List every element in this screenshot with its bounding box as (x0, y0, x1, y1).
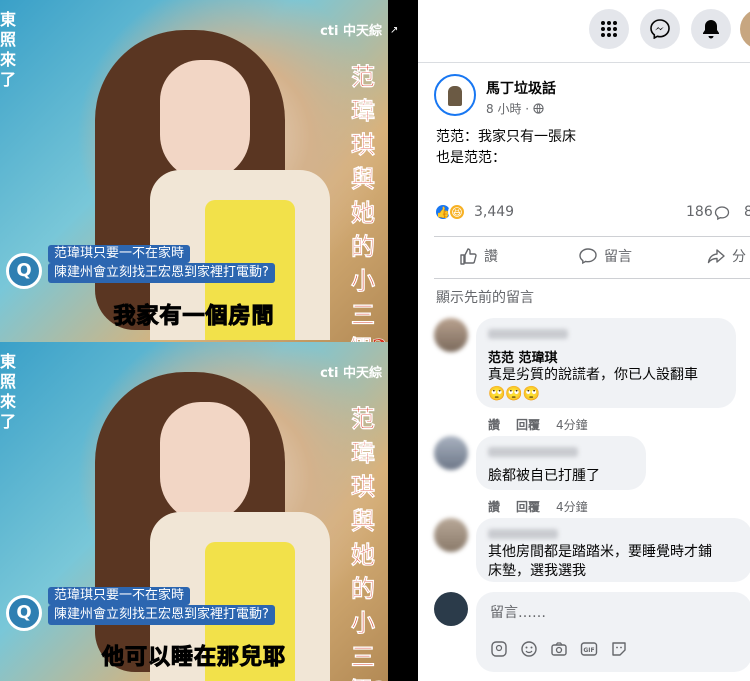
comment-bubble: 臉都被自已打腫了 (476, 436, 646, 490)
comment-item: 臉都被自已打腫了 讚 回覆 4分鐘 (434, 436, 750, 516)
facebook-post-panel: 馬丁垃圾話 8 小時 · 范范：我家只有一張床 也是范范： 👍 😆 3,449 … (418, 0, 750, 681)
avatar-sticker-icon[interactable] (490, 640, 508, 658)
like-button[interactable]: 讚 (458, 246, 498, 266)
post-text: 范范：我家只有一張床 也是范范： (436, 127, 576, 169)
top-bar (418, 0, 750, 62)
divider (434, 278, 750, 279)
left-tag: 東照來了 (0, 10, 17, 89)
grid-icon (601, 21, 617, 37)
meme-frame-top: cti 中天綜 范瑋琪與她的小三們?! 東照來了 范瑋琪只要一不在家時 陳建州會… (0, 0, 388, 342)
comment-like-link[interactable]: 讚 (488, 498, 500, 515)
comment-time[interactable]: 4分鐘 (556, 416, 588, 433)
notifications-button[interactable] (691, 9, 731, 49)
banner-line1: 范瑋琪只要一不在家時 (48, 587, 191, 605)
composer-tools: GIF (490, 640, 628, 658)
comment-item: 其他房間都是踏踏米，要睡覺時才鋪 床墊，選我選我 (434, 518, 750, 584)
comment-bubble-icon (714, 206, 730, 221)
action-bar: 讚 留言 分 (434, 240, 750, 274)
profile-avatar-button[interactable] (740, 9, 750, 49)
comment-icon (579, 248, 597, 265)
commenter-name-blurred[interactable] (488, 447, 578, 457)
comment-count[interactable]: 186 (686, 204, 713, 220)
banner-line1: 范瑋琪只要一不在家時 (48, 245, 191, 263)
comment-button[interactable]: 留言 (578, 246, 632, 266)
globe-icon (533, 103, 544, 114)
post-text-line2: 也是范范： (436, 150, 506, 166)
q-badge-icon: Q (6, 595, 42, 631)
reaction-count[interactable]: 3,449 (474, 204, 514, 220)
messenger-button[interactable] (640, 9, 680, 49)
expand-arrow-icon[interactable]: ↗ (390, 25, 398, 36)
comment-reply-link[interactable]: 回覆 (516, 498, 540, 515)
comment-tag[interactable]: 范范 范瑋琪 (488, 347, 724, 366)
comment-like-link[interactable]: 讚 (488, 416, 500, 433)
comment-text-line1: 其他房間都是踏踏米，要睡覺時才鋪 (488, 544, 712, 560)
post-time[interactable]: 8 小時 (486, 102, 521, 116)
comment-input[interactable]: 留言…… GIF (476, 592, 750, 672)
share-icon (707, 249, 725, 264)
channel-logo: cti 中天綜 (320, 366, 382, 381)
left-tag: 東照來了 (0, 352, 17, 431)
page-avatar[interactable] (434, 74, 476, 116)
commenter-avatar[interactable] (434, 518, 468, 552)
share-label: 分 (732, 249, 746, 265)
commenter-name-blurred[interactable] (488, 329, 568, 339)
haha-reaction-icon: 😆 (448, 203, 466, 221)
question-banner: 范瑋琪只要一不在家時 陳建州會立刻找王宏恩到家裡打電動? Q (6, 245, 304, 289)
comment-item: 范范 范瑋琪 真是劣質的說謊者，你已人設翻車 🙄🙄🙄 讚 回覆 4分鐘 (434, 318, 750, 432)
comment-bubble: 其他房間都是踏踏米，要睡覺時才鋪 床墊，選我選我 (476, 518, 750, 582)
post-header: 馬丁垃圾話 8 小時 · (434, 74, 744, 124)
post-meta: 8 小時 · (486, 100, 544, 117)
gif-icon[interactable]: GIF (580, 640, 598, 658)
question-banner: 范瑋琪只要一不在家時 陳建州會立刻找王宏恩到家裡打電動? Q (6, 587, 304, 631)
emoji-icon[interactable] (520, 640, 538, 658)
commenter-name-blurred[interactable] (488, 529, 558, 539)
post-text-line1: 范范：我家只有一張床 (436, 129, 576, 145)
banner-line2: 陳建州會立刻找王宏恩到家裡打電動? (48, 263, 275, 283)
caption-bottom: 他可以睡在那兒耶 (101, 645, 286, 671)
comment-text: 真是劣質的說謊者，你已人設翻車 (488, 367, 698, 383)
page-name[interactable]: 馬丁垃圾話 (486, 78, 556, 98)
comment-reply-link[interactable]: 回覆 (516, 416, 540, 433)
meme-image: cti 中天綜 范瑋琪與她的小三們?! 東照來了 范瑋琪只要一不在家時 陳建州會… (0, 0, 418, 681)
show-previous-comments-link[interactable]: 顯示先前的留言 (436, 287, 534, 307)
meme-frame-bottom: cti 中天綜 范瑋琪與她的小三們?! 東照來了 范瑋琪只要一不在家時 陳建州會… (0, 342, 388, 681)
comment-bubble: 范范 范瑋琪 真是劣質的說謊者，你已人設翻車 🙄🙄🙄 (476, 318, 736, 408)
svg-text:GIF: GIF (583, 647, 594, 654)
menu-grid-button[interactable] (589, 9, 629, 49)
caption-top: 我家有一個房間 (113, 304, 275, 330)
banner-line2: 陳建州會立刻找王宏恩到家裡打電動? (48, 605, 275, 625)
share-button[interactable]: 分 (706, 246, 746, 266)
comment-footer: 讚 回覆 4分鐘 (488, 416, 588, 433)
own-avatar[interactable] (434, 592, 468, 626)
comment-label: 留言 (604, 249, 632, 265)
divider (434, 236, 750, 237)
camera-icon[interactable] (550, 640, 568, 658)
commenter-avatar[interactable] (434, 436, 468, 470)
messenger-icon (650, 19, 670, 39)
comment-composer: 留言…… GIF (434, 592, 750, 672)
channel-logo: cti 中天綜 (320, 24, 382, 39)
comment-time[interactable]: 4分鐘 (556, 498, 588, 515)
comment-placeholder: 留言…… (490, 605, 546, 621)
comment-footer: 讚 回覆 4分鐘 (488, 498, 588, 515)
bell-icon (703, 20, 719, 39)
comment-text: 臉都被自已打腫了 (488, 468, 600, 484)
divider (418, 62, 750, 63)
commenter-avatar[interactable] (434, 318, 468, 352)
comment-text-line2: 床墊，選我選我 (488, 563, 586, 579)
thumbs-up-icon (460, 248, 477, 265)
q-badge-icon: Q (6, 253, 42, 289)
sticker-icon[interactable] (610, 640, 628, 658)
like-label: 讚 (484, 249, 498, 265)
comment-emoji: 🙄🙄🙄 (488, 386, 541, 402)
reaction-bar: 👍 😆 3,449 186 8 (434, 203, 750, 223)
share-count[interactable]: 8 (744, 204, 750, 220)
